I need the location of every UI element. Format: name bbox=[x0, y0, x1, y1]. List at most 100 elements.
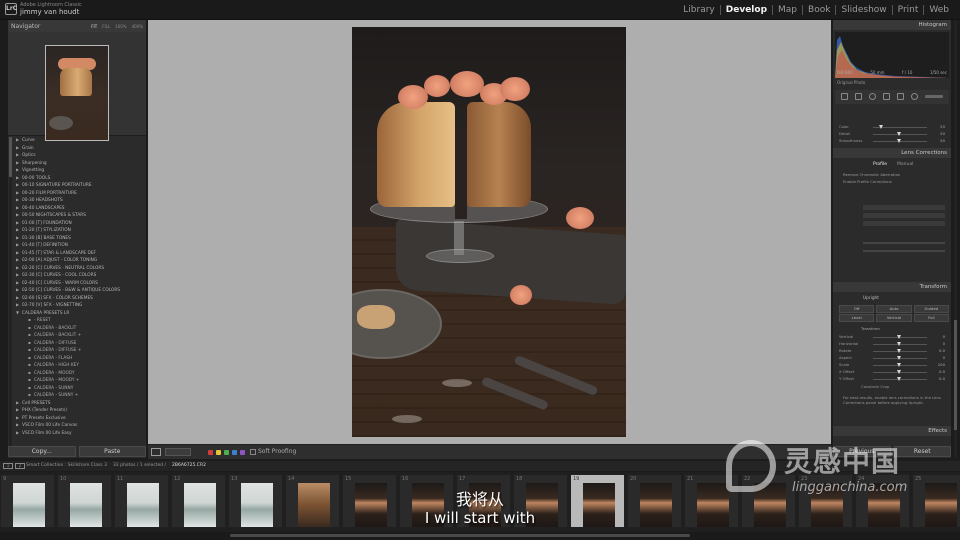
preset-folder[interactable]: ▶ 00-50 NIGHTSCAPES & STARS bbox=[16, 211, 144, 219]
preset-folder[interactable]: ▶ VSCO Film 00 Life Canvas bbox=[16, 421, 144, 429]
preset-item[interactable]: ▪ CALDERA - BACKLIT + bbox=[16, 331, 144, 339]
preset-folder[interactable]: ▶ Vignetting bbox=[16, 166, 144, 174]
preset-folder[interactable]: ▶ 00-10 SIGNATURE PORTRAITURE bbox=[16, 181, 144, 189]
preset-item[interactable]: ▪ CALDERA - DIFFUSE + bbox=[16, 346, 144, 354]
slider-knob[interactable] bbox=[897, 369, 901, 374]
main-window-button[interactable]: 1 bbox=[3, 463, 13, 469]
preset-folder[interactable]: ▶ 01-30 [B] BASE TONES bbox=[16, 234, 144, 242]
copy-button[interactable]: Copy... bbox=[8, 446, 76, 457]
preset-item[interactable]: ▪ CALDERA - BACKLIT bbox=[16, 324, 144, 332]
secondary-window-button[interactable]: 2 bbox=[15, 463, 25, 469]
module-web[interactable]: Web bbox=[923, 5, 954, 15]
preset-item[interactable]: ▪ CALDERA - HIGH KEY bbox=[16, 361, 144, 369]
filmstrip-breadcrumb[interactable]: Smart Collection : Skillshare Class 3 33… bbox=[26, 463, 206, 468]
soft-proofing-checkbox[interactable] bbox=[250, 449, 256, 455]
preset-item[interactable]: ▪ CALDERA - MOODY + bbox=[16, 376, 144, 384]
filmstrip-thumbnail[interactable]: 12 bbox=[171, 474, 226, 528]
preset-item[interactable]: ▪ - RESET bbox=[16, 316, 144, 324]
transform-scale-slider[interactable]: Scale 100 bbox=[839, 362, 945, 368]
spot-removal-icon[interactable] bbox=[869, 93, 876, 100]
preset-folder[interactable]: ▶ PT Presets Exclusive bbox=[16, 414, 144, 422]
color-label-green[interactable] bbox=[224, 450, 229, 455]
constrain-crop-checkbox[interactable]: Constrain Crop bbox=[861, 384, 889, 389]
transform-aspect-slider[interactable]: Aspect 0 bbox=[839, 355, 945, 361]
remove-chromatic-aberration-checkbox[interactable]: Remove Chromatic Aberration bbox=[843, 172, 900, 177]
upright-full-button[interactable]: Full bbox=[913, 314, 949, 322]
left-scroll-thumb[interactable] bbox=[9, 137, 12, 177]
preset-folder[interactable]: ▶ 02-40 [C] CURVES - WARM COLORS bbox=[16, 279, 144, 287]
upright-vertical-button[interactable]: Vertical bbox=[876, 314, 912, 322]
transform-rotate-slider[interactable]: Rotate 0.0 bbox=[839, 348, 945, 354]
preset-folder[interactable]: ▶ 02-00 [A] ADJUST - COLOR TONING bbox=[16, 256, 144, 264]
preset-folder[interactable]: ▶ VSCO Film 00 Life Easy bbox=[16, 429, 144, 437]
enable-profile-corrections-checkbox[interactable]: Enable Profile Corrections bbox=[843, 179, 892, 184]
filmstrip-thumbnail[interactable]: 10 bbox=[57, 474, 112, 528]
preset-folder[interactable]: ▶ Optics bbox=[16, 151, 144, 159]
module-print[interactable]: Print bbox=[891, 5, 924, 15]
loupe-view-icon[interactable] bbox=[151, 448, 161, 456]
preset-folder[interactable]: ▶ 01-40 [T] DEFINITION bbox=[16, 241, 144, 249]
upright-off-button[interactable]: Off bbox=[839, 305, 875, 313]
preset-item[interactable]: ▪ CALDERA - SUNNY bbox=[16, 384, 144, 392]
slider-knob[interactable] bbox=[897, 138, 901, 143]
preset-folder[interactable]: ▶ 01-00 [T] FOUNDATION bbox=[16, 219, 144, 227]
slider-knob[interactable] bbox=[897, 362, 901, 367]
module-book[interactable]: Book bbox=[802, 5, 835, 15]
filmstrip-scrollbar[interactable] bbox=[0, 532, 960, 540]
preset-folder[interactable]: ▶ 00-30 HEADSHOTS bbox=[16, 196, 144, 204]
preset-folder[interactable]: ▶ 01-20 [T] STYLIZATION bbox=[16, 226, 144, 234]
crop-icon[interactable] bbox=[855, 93, 862, 100]
adjustment-brush-slider[interactable] bbox=[925, 95, 943, 98]
original-photo-checkbox[interactable]: Original Photo bbox=[837, 80, 865, 85]
preset-folder[interactable]: ▶ Grain bbox=[16, 144, 144, 152]
filmstrip-thumbnail[interactable]: 20 bbox=[627, 474, 682, 528]
upright-guided-button[interactable]: Guided bbox=[913, 305, 949, 313]
filmstrip-source[interactable]: Smart Collection : Skillshare Class 3 bbox=[26, 463, 107, 468]
preset-folder[interactable]: ▶ 01-45 [T] STAR & LANDSCAPE DEF bbox=[16, 249, 144, 257]
preset-folder[interactable]: ▶ 00-00 TOOLS bbox=[16, 174, 144, 182]
detail-smoothness-slider[interactable]: Smoothness 50 bbox=[839, 138, 945, 144]
filmstrip-thumbnail[interactable]: 13 bbox=[228, 474, 283, 528]
detail-detail-slider[interactable]: Detail 50 bbox=[839, 131, 945, 137]
graduated-filter-icon[interactable] bbox=[897, 93, 904, 100]
preset-folder[interactable]: ▶ 02-60 [S] SFX - COLOR SCHEMES bbox=[16, 294, 144, 302]
profile-make-field[interactable] bbox=[863, 205, 945, 210]
profile-model-field[interactable] bbox=[863, 213, 945, 218]
slider-knob[interactable] bbox=[897, 341, 901, 346]
photo-canvas[interactable] bbox=[148, 20, 831, 444]
preset-folder[interactable]: ▶ 00-20 FILM PORTRAITURE bbox=[16, 189, 144, 197]
module-develop[interactable]: Develop bbox=[719, 5, 772, 15]
transform-vertical-slider[interactable]: Vertical 0 bbox=[839, 334, 945, 340]
zoom-fill[interactable]: FILL bbox=[102, 24, 110, 29]
preset-folder[interactable]: ▶ Cell PRESETS bbox=[16, 399, 144, 407]
module-slideshow[interactable]: Slideshow bbox=[835, 5, 891, 15]
navigator-preview[interactable] bbox=[8, 32, 146, 141]
slider-knob[interactable] bbox=[897, 355, 901, 360]
preset-folder[interactable]: ▶ 02-50 [C] CURVES - B&W & ANTIQUE COLORS bbox=[16, 286, 144, 294]
preset-folder[interactable]: ▶ 02-30 [C] CURVES - COOL COLORS bbox=[16, 271, 144, 279]
left-panel-scrollbar[interactable] bbox=[9, 137, 12, 447]
zoom-400[interactable]: 400% bbox=[132, 24, 143, 29]
histogram-header[interactable]: Histogram bbox=[833, 20, 951, 30]
upright-auto-button[interactable]: Auto bbox=[876, 305, 912, 313]
preset-item[interactable]: ▪ CALDERA - DIFFUSE bbox=[16, 339, 144, 347]
preset-folder[interactable]: ▶ 02-20 [C] CURVES - NEUTRAL COLORS bbox=[16, 264, 144, 272]
slider-knob[interactable] bbox=[879, 124, 883, 129]
preset-folder[interactable]: ▶ 00-40 LANDSCAPES bbox=[16, 204, 144, 212]
preset-folder[interactable]: ▶ Sharpening bbox=[16, 159, 144, 167]
preset-item[interactable]: ▪ CALDERA - MOODY bbox=[16, 369, 144, 377]
slider-knob[interactable] bbox=[897, 334, 901, 339]
distortion-amount-slider[interactable] bbox=[863, 242, 945, 244]
preset-folder[interactable]: ▼ CALDERA PRESETS LR bbox=[16, 309, 144, 317]
preset-folder[interactable]: ▶ 02-70 [V] SFX - VIGNETTING bbox=[16, 301, 144, 309]
profile-name-field[interactable] bbox=[863, 221, 945, 226]
color-label-purple[interactable] bbox=[240, 450, 245, 455]
navigator-header[interactable]: Navigator FIT FILL 100% 400% bbox=[8, 20, 146, 32]
lens-corrections-header[interactable]: Lens Corrections bbox=[833, 148, 951, 158]
right-scroll-thumb[interactable] bbox=[954, 320, 957, 430]
module-map[interactable]: Map bbox=[772, 5, 802, 15]
preset-item[interactable]: ▪ CALDERA - SUNNY + bbox=[16, 391, 144, 399]
preset-folder[interactable]: ▶ PHX (Tender Presets) bbox=[16, 406, 144, 414]
filmstrip-thumbnail[interactable]: 14 bbox=[285, 474, 340, 528]
tab-profile[interactable]: Profile bbox=[873, 162, 887, 167]
